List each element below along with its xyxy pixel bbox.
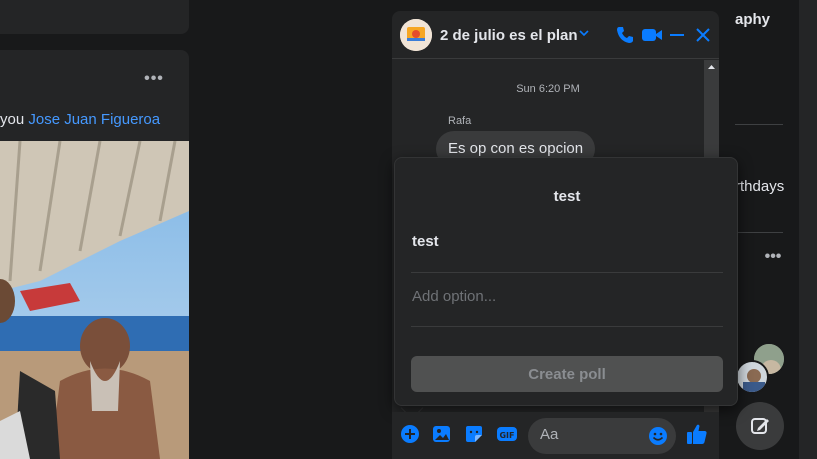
chat-title[interactable]: 2 de julio es el plan xyxy=(440,27,578,44)
poll-divider xyxy=(411,326,723,327)
sidebar-heading-partial: aphy xyxy=(735,11,771,28)
chevron-down-icon[interactable] xyxy=(578,27,590,39)
new-message-button[interactable] xyxy=(736,402,784,450)
post-options-button[interactable]: ••• xyxy=(144,71,164,87)
sticker-icon[interactable] xyxy=(464,424,484,444)
video-call-icon[interactable] xyxy=(641,25,663,45)
group-avatar[interactable] xyxy=(400,19,432,51)
page-scrollbar[interactable] xyxy=(799,0,817,459)
sidebar-divider xyxy=(735,232,783,233)
contact-avatar[interactable] xyxy=(735,360,769,394)
message-sender: Rafa xyxy=(448,115,472,127)
phone-icon[interactable] xyxy=(615,25,635,45)
thumbs-up-icon[interactable] xyxy=(686,423,708,445)
photo-icon[interactable] xyxy=(432,424,452,444)
compose-icon xyxy=(751,418,769,434)
sidebar-birthdays-label[interactable]: rthdays xyxy=(735,178,784,195)
gif-icon[interactable]: GIF xyxy=(496,424,518,444)
chat-header: 2 de julio es el plan xyxy=(392,11,719,59)
close-icon[interactable] xyxy=(694,25,712,45)
tagged-user-link[interactable]: Jose Juan Figueroa xyxy=(28,111,160,128)
svg-text:GIF: GIF xyxy=(499,431,514,440)
message-timestamp: Sun 6:20 PM xyxy=(516,83,580,95)
contacts-options-button[interactable]: ••• xyxy=(765,249,782,265)
poll-option[interactable]: test xyxy=(412,233,439,250)
chat-composer: GIF xyxy=(392,412,719,459)
message-input[interactable] xyxy=(540,426,640,443)
create-poll-dialog: test test Create poll xyxy=(394,157,738,406)
plus-circle-icon[interactable] xyxy=(400,424,420,444)
sidebar-divider xyxy=(735,124,783,125)
message-input-box[interactable] xyxy=(528,418,676,454)
poll-question: test xyxy=(553,188,581,205)
post-tag-line: you Jose Juan Figueroa xyxy=(0,111,160,129)
screen: ••• you Jose Juan Figueroa aphy rthdays … xyxy=(0,0,817,459)
scroll-up-arrow-icon[interactable] xyxy=(704,60,719,74)
tag-prefix: you xyxy=(0,111,25,128)
post-photo[interactable] xyxy=(0,141,189,459)
create-poll-button[interactable]: Create poll xyxy=(411,356,723,392)
poll-divider xyxy=(411,272,723,273)
emoji-icon[interactable] xyxy=(648,426,668,446)
add-option-input[interactable] xyxy=(412,288,712,305)
feed-card-top xyxy=(0,0,189,34)
minimize-icon[interactable] xyxy=(668,25,686,45)
